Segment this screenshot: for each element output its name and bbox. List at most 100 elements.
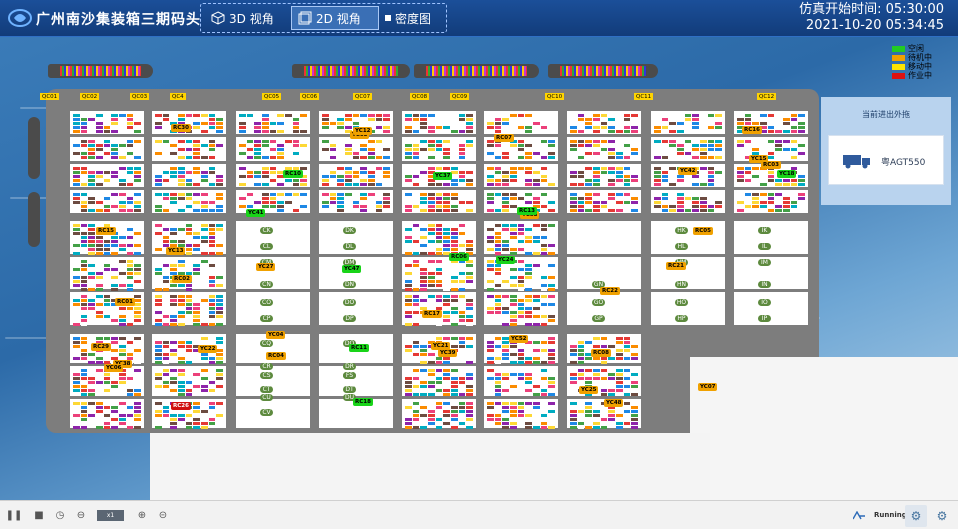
yard-block[interactable] [319, 137, 393, 161]
terminal-map[interactable]: QC01 QC02 QC03 QC4 QC05 QC06 QC07 QC08 QC09 QC10 Q… [0, 37, 958, 500]
yard-block[interactable] [734, 256, 808, 290]
crane-marker[interactable]: RC07 [494, 134, 514, 142]
crane-marker[interactable]: RC15 [96, 227, 116, 235]
minus-circle-icon[interactable]: ⊝ [157, 509, 169, 521]
pause-icon[interactable]: ❚❚ [6, 509, 23, 521]
yard-block[interactable] [236, 292, 310, 325]
bay-label[interactable]: CQ [260, 340, 273, 347]
clock-icon[interactable]: ◷ [54, 509, 66, 521]
vessel[interactable] [548, 64, 658, 78]
yard-block[interactable] [651, 111, 725, 135]
yard-block[interactable] [484, 292, 558, 327]
crane-marker[interactable]: RC26 [171, 402, 191, 410]
bay-label[interactable]: CN [260, 281, 273, 288]
yard-block[interactable] [319, 292, 393, 325]
crane-marker[interactable]: RC03 [761, 161, 781, 169]
stop-icon[interactable]: ■ [33, 509, 45, 521]
crane-marker[interactable]: RC16 [742, 126, 762, 134]
crane-marker[interactable]: YC12 [353, 127, 373, 135]
bay-label[interactable]: CL [260, 243, 273, 250]
bay-label[interactable]: CP [260, 315, 273, 322]
yard-block[interactable] [70, 221, 144, 255]
bay-label[interactable]: IP [758, 315, 771, 322]
yard-block[interactable] [152, 366, 226, 397]
crane-marker[interactable]: YC25 [579, 386, 599, 394]
yard-block[interactable] [70, 111, 144, 135]
crane-marker[interactable]: YC07 [698, 383, 718, 391]
bay-label[interactable]: DO [343, 299, 356, 306]
yard-block[interactable] [152, 256, 226, 291]
crane-marker[interactable]: RC04 [266, 352, 286, 360]
yard-block[interactable] [402, 221, 476, 255]
yard-block[interactable] [152, 137, 226, 161]
yard-block[interactable] [402, 256, 476, 291]
tab-3d-view[interactable]: 3D 视角 [205, 6, 289, 30]
bay-label[interactable]: FS [343, 372, 356, 379]
yard-block[interactable] [236, 398, 310, 428]
bay-label[interactable]: DL [343, 243, 356, 250]
yard-block[interactable] [484, 366, 558, 397]
bay-label[interactable]: GP [592, 315, 605, 322]
yard-block[interactable] [484, 163, 558, 187]
yard-block[interactable] [152, 189, 226, 213]
crane-marker[interactable]: YC39 [438, 349, 458, 357]
yard-block[interactable] [651, 221, 725, 254]
crane-marker[interactable]: YC52 [509, 335, 529, 343]
bay-label[interactable]: CR [260, 363, 273, 370]
bay-label[interactable]: IN [758, 281, 771, 288]
crane-marker[interactable]: RC18 [353, 398, 373, 406]
bay-label[interactable]: DK [343, 227, 356, 234]
yard-block[interactable] [484, 221, 558, 255]
bay-label[interactable]: CK [260, 227, 273, 234]
yard-block[interactable] [567, 111, 641, 135]
crane-marker[interactable]: RC30 [171, 124, 191, 132]
vessel-vertical[interactable] [28, 117, 40, 179]
yard-block[interactable] [70, 163, 144, 187]
yard-block[interactable] [319, 163, 393, 187]
crane-marker[interactable]: YC13 [166, 247, 186, 255]
settings-icon[interactable]: ⚙ [931, 505, 953, 527]
bay-label[interactable]: DT [343, 386, 356, 393]
crane-marker[interactable]: RC17 [422, 310, 442, 318]
crane-marker[interactable]: RC21 [666, 262, 686, 270]
bay-label[interactable]: DR [343, 363, 356, 370]
crane-marker[interactable]: RC22 [600, 287, 620, 295]
yard-block[interactable] [70, 256, 144, 291]
crane-marker[interactable]: YC21 [431, 342, 451, 350]
bay-label[interactable]: IO [758, 299, 771, 306]
yard-block[interactable] [402, 292, 476, 327]
crane-marker[interactable]: YC04 [266, 331, 286, 339]
crane-marker[interactable]: RC05 [693, 227, 713, 235]
yard-block[interactable] [651, 189, 725, 213]
crane-marker[interactable]: YC48 [604, 399, 624, 407]
crane-marker[interactable]: RC11 [349, 344, 369, 352]
bay-label[interactable]: CV [260, 409, 273, 416]
crane-marker[interactable]: YC22 [198, 345, 218, 353]
yard-block[interactable] [651, 256, 725, 290]
yard-block[interactable] [236, 256, 310, 290]
yard-block[interactable] [567, 221, 641, 254]
vessel[interactable] [292, 64, 410, 78]
bay-label[interactable]: CS [260, 372, 273, 379]
bay-label[interactable]: HP [675, 315, 688, 322]
yard-block[interactable] [651, 292, 725, 325]
yard-block[interactable] [484, 111, 558, 135]
bay-label[interactable]: CO [260, 299, 273, 306]
bay-label[interactable]: CT [260, 386, 273, 393]
yard-block[interactable] [402, 111, 476, 135]
yard-block[interactable] [319, 189, 393, 213]
yard-block[interactable] [402, 398, 476, 429]
crane-marker[interactable]: RC10 [283, 170, 303, 178]
yard-block[interactable] [734, 189, 808, 213]
yard-block[interactable] [236, 366, 310, 396]
yard-block[interactable] [70, 137, 144, 161]
crane-marker[interactable]: YC24 [496, 256, 516, 264]
crane-marker[interactable]: RC01 [115, 298, 135, 306]
crane-marker[interactable]: YC37 [433, 172, 453, 180]
crane-marker[interactable]: YC47 [342, 265, 362, 273]
bay-label[interactable]: HO [675, 299, 688, 306]
yard-block[interactable] [402, 189, 476, 213]
yard-block[interactable] [484, 398, 558, 429]
yard-block[interactable] [152, 292, 226, 327]
yard-block[interactable] [651, 137, 725, 161]
